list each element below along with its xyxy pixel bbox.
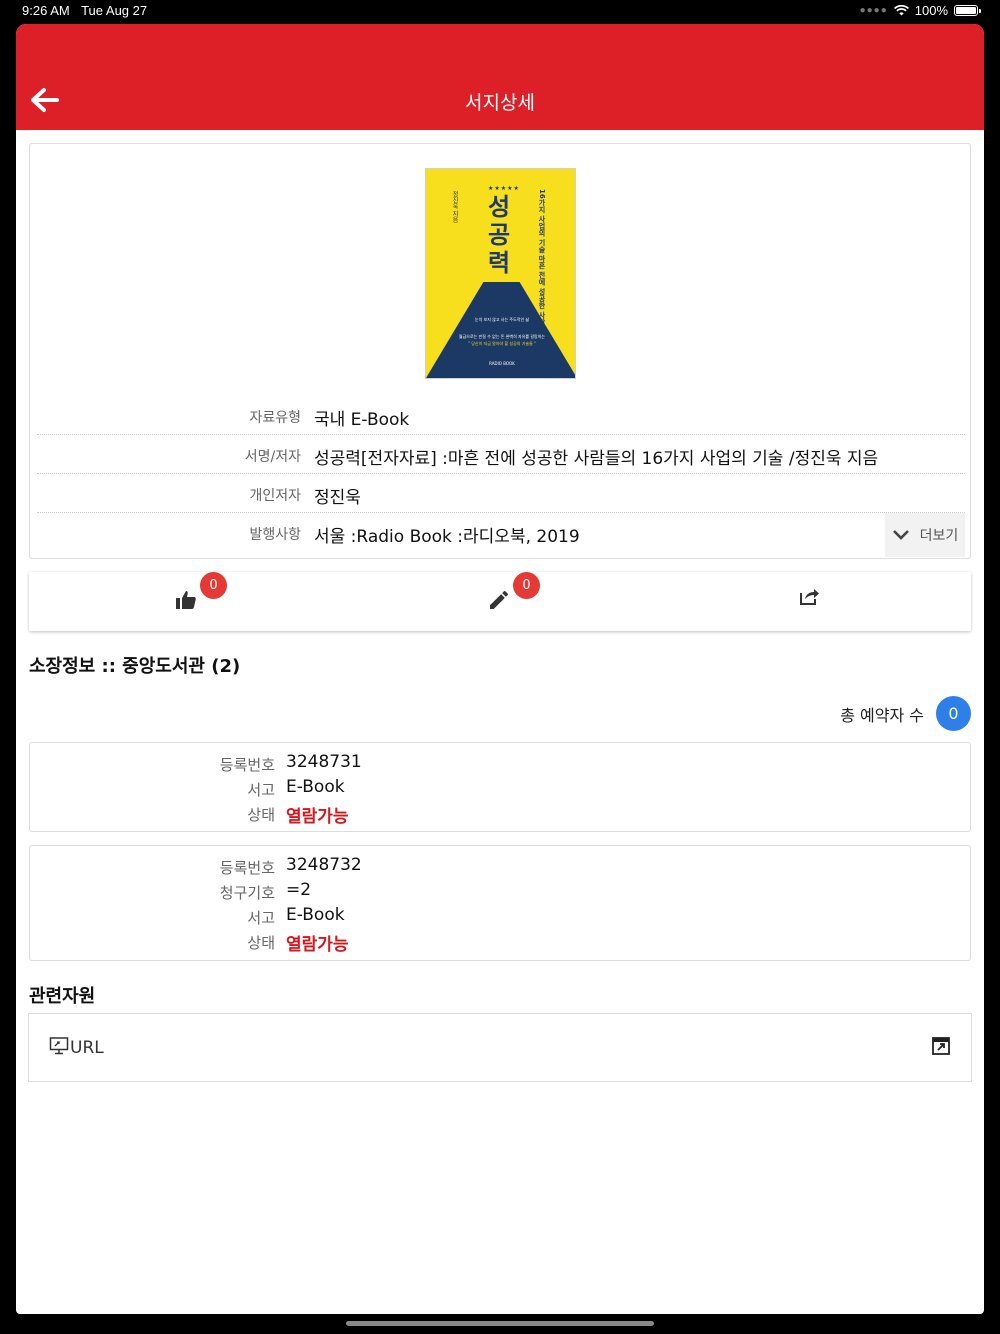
cover-tagline-1: 하고 싶은 일을 하는 행복 <box>481 299 523 304</box>
holding-label: 상태 <box>247 934 275 952</box>
info-value: 정진욱 <box>314 488 361 508</box>
status-date: Tue Aug 27 <box>81 3 148 18</box>
holding-value: 3248732 <box>286 855 362 875</box>
holdings-title: 소장정보 :: 중앙도서관 (2) <box>29 656 241 677</box>
like-count-badge: 0 <box>200 572 227 599</box>
holding-row-call-no: 청구기호 =2 <box>30 879 970 904</box>
holding-label: 청구기호 <box>219 884 275 902</box>
holding-value: E-Book <box>286 777 345 797</box>
info-label: 자료유형 <box>249 410 301 426</box>
holding-row-location: 서고 E-Book <box>30 776 970 801</box>
info-row-personal-author: 개인저자 정진욱 <box>37 474 965 513</box>
holding-row-status: 상태 열람가능 <box>30 929 970 955</box>
holding-row-status: 상태 열람가능 <box>30 801 970 827</box>
info-value: 서울 :Radio Book :라디오북, 2019 <box>314 527 580 547</box>
holding-label: 상태 <box>247 806 275 824</box>
wifi-icon <box>893 5 909 16</box>
more-button[interactable]: 더보기 <box>885 513 965 557</box>
holding-value: =2 <box>286 880 312 900</box>
holding-label: 서고 <box>247 781 275 799</box>
reservation-count-badge: 0 <box>936 696 971 731</box>
cover-publisher: RADIO BOOK <box>489 361 515 366</box>
battery-percent: 100% <box>914 3 948 18</box>
holding-status: 열람가능 <box>286 935 349 955</box>
info-label: 개인저자 <box>249 488 301 504</box>
holding-value: 3248731 <box>286 752 362 772</box>
holding-label: 등록번호 <box>219 756 275 774</box>
battery-icon <box>954 5 981 16</box>
holding-label: 서고 <box>247 909 275 927</box>
pencil-icon[interactable] <box>487 588 511 612</box>
status-bar: 9:26 AM Tue Aug 27 ●●●● 100% <box>0 0 1000 22</box>
holding-row-reg: 등록번호 3248731 <box>30 751 970 776</box>
thumbs-up-icon[interactable] <box>174 588 198 612</box>
page-title: 서지상세 <box>465 92 535 114</box>
multitask-dots-icon: ●●●● <box>859 5 888 16</box>
bib-detail-card: ★★★★★ 정진욱 지음 성공력力 16가지 사업의 기술 마흔 전에 성공한 … <box>29 143 971 559</box>
info-row-publication: 발행사항 서울 :Radio Book :라디오북, 2019 더보기 <box>37 513 965 557</box>
reservation-label: 총 예약자 수 <box>840 705 924 725</box>
app-window: 서지상세 ★★★★★ 정진욱 지음 성공력力 16가지 사업의 기술 마흔 전에… <box>16 24 984 1314</box>
share-icon[interactable] <box>797 584 821 608</box>
holding-row-location: 서고 E-Book <box>30 904 970 929</box>
home-indicator <box>346 1321 654 1326</box>
cover-author: 정진욱 지음 <box>451 191 458 223</box>
info-value: 성공력[전자자료] :마흔 전에 성공한 사람들의 16가지 사업의 기술 /정… <box>314 449 879 469</box>
chevron-down-icon <box>892 530 909 540</box>
related-title: 관련자원 <box>29 986 96 1007</box>
related-resource-label: URL <box>70 1038 104 1058</box>
holding-item: 등록번호 3248731 서고 E-Book 상태 열람가능 <box>29 742 971 832</box>
cover-tagline-3: 월급으로는 만질 수 없는 돈 완벽히 자유를 갈망하는 <box>458 334 546 339</box>
external-link-icon[interactable] <box>931 1036 951 1056</box>
cover-tagline-4: " 당신이 지금 알아야 할 성공의 기술들 " <box>468 341 536 346</box>
info-value: 국내 E-Book <box>314 410 410 430</box>
info-label: 발행사항 <box>249 527 301 543</box>
info-label: 서명/저자 <box>244 449 301 465</box>
holding-row-reg: 등록번호 3248732 <box>30 854 970 879</box>
review-count-badge: 0 <box>513 572 540 599</box>
book-cover[interactable]: ★★★★★ 정진욱 지음 성공력力 16가지 사업의 기술 마흔 전에 성공한 … <box>425 168 576 379</box>
more-label: 더보기 <box>919 528 959 544</box>
action-bar: 0 0 <box>29 572 971 631</box>
holding-value: E-Book <box>286 905 345 925</box>
app-header: 서지상세 <box>16 24 984 130</box>
reservation-count: 총 예약자 수 0 <box>840 696 971 731</box>
holding-status: 열람가능 <box>286 807 349 827</box>
cover-tagline-2: 눈치 보지 않고 사는 주도적인 삶 <box>474 317 530 322</box>
cover-stars: ★★★★★ <box>488 185 520 192</box>
status-time: 9:26 AM <box>22 3 70 18</box>
monitor-icon <box>49 1037 69 1055</box>
info-row-type: 자료유형 국내 E-Book <box>37 396 965 435</box>
holding-label: 등록번호 <box>219 859 275 877</box>
bib-info-list: 자료유형 국내 E-Book 서명/저자 성공력[전자자료] :마흔 전에 성공… <box>37 396 965 557</box>
related-resource-item[interactable]: URL <box>28 1013 972 1082</box>
holding-item: 등록번호 3248732 청구기호 =2 서고 E-Book 상태 열람가능 <box>29 845 971 961</box>
info-row-title-author: 서명/저자 성공력[전자자료] :마흔 전에 성공한 사람들의 16가지 사업의… <box>37 435 965 474</box>
